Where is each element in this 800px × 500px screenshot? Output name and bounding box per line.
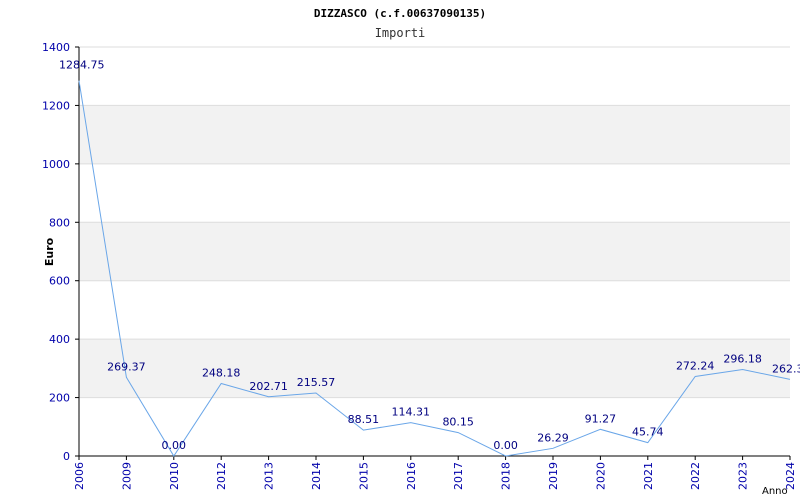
x-tick-label: 2015 <box>357 462 370 490</box>
x-tick-label: 2021 <box>642 462 655 490</box>
y-tick-label: 800 <box>49 216 70 229</box>
data-label: 0.00 <box>493 439 518 452</box>
data-label: 272.24 <box>676 359 715 372</box>
x-tick-label: 2022 <box>689 462 702 490</box>
y-axis-label: Euro <box>43 237 56 266</box>
line-chart: 0200400600800100012001400 2006 2009 2010 20… <box>42 7 800 497</box>
x-tick-label: 2018 <box>500 462 513 490</box>
y-tick-label: 1400 <box>42 41 70 54</box>
data-label: 26.29 <box>537 431 569 444</box>
x-tick-labels: 2006 2009 2010 2012 2013 2014 2015 2016 2017 2018… <box>73 456 797 490</box>
grid-band <box>79 280 790 340</box>
data-label: 215.57 <box>297 376 336 389</box>
x-tick-label: 2006 <box>73 462 86 490</box>
x-axis-label: Anno <box>762 486 788 497</box>
data-label: 80.15 <box>442 416 474 429</box>
grid-band <box>79 105 790 164</box>
grid-band <box>79 222 790 281</box>
x-tick-label: 2014 <box>310 462 323 490</box>
data-label: 296.18 <box>723 352 762 365</box>
x-tick-label: 2013 <box>263 462 276 490</box>
data-label: 114.31 <box>392 406 431 419</box>
grid-band <box>79 47 790 106</box>
x-tick-label: 2020 <box>594 462 607 490</box>
data-label: 262.3 <box>772 362 800 375</box>
y-tick-label: 1200 <box>42 99 70 112</box>
data-label: 45.74 <box>632 426 664 439</box>
data-label: 248.18 <box>202 366 241 379</box>
x-tick-label: 2016 <box>405 462 418 490</box>
x-tick-label: 2017 <box>452 462 465 490</box>
x-tick-label: 2012 <box>215 462 228 490</box>
chart-subtitle: Importi <box>375 26 426 40</box>
y-tick-label: 200 <box>49 392 70 405</box>
y-tick-label: 600 <box>49 275 70 288</box>
data-label: 91.27 <box>585 412 617 425</box>
y-tick-label: 0 <box>63 450 70 463</box>
data-label: 202.71 <box>249 380 288 393</box>
x-tick-label: 2023 <box>737 462 750 490</box>
data-label: 88.51 <box>348 413 380 426</box>
grid-band <box>79 163 790 223</box>
data-label: 0.00 <box>162 439 187 452</box>
x-tick-label: 2019 <box>547 462 560 490</box>
y-tick-label: 400 <box>49 333 70 346</box>
y-tick-label: 1000 <box>42 158 70 171</box>
data-label: 269.37 <box>107 360 146 373</box>
grid-bands <box>79 47 790 456</box>
chart-title: DIZZASCO (c.f.00637090135) <box>314 7 486 20</box>
x-tick-label: 2010 <box>168 462 181 490</box>
x-tick-label: 2009 <box>120 462 133 490</box>
data-label: 1284.75 <box>59 59 105 72</box>
